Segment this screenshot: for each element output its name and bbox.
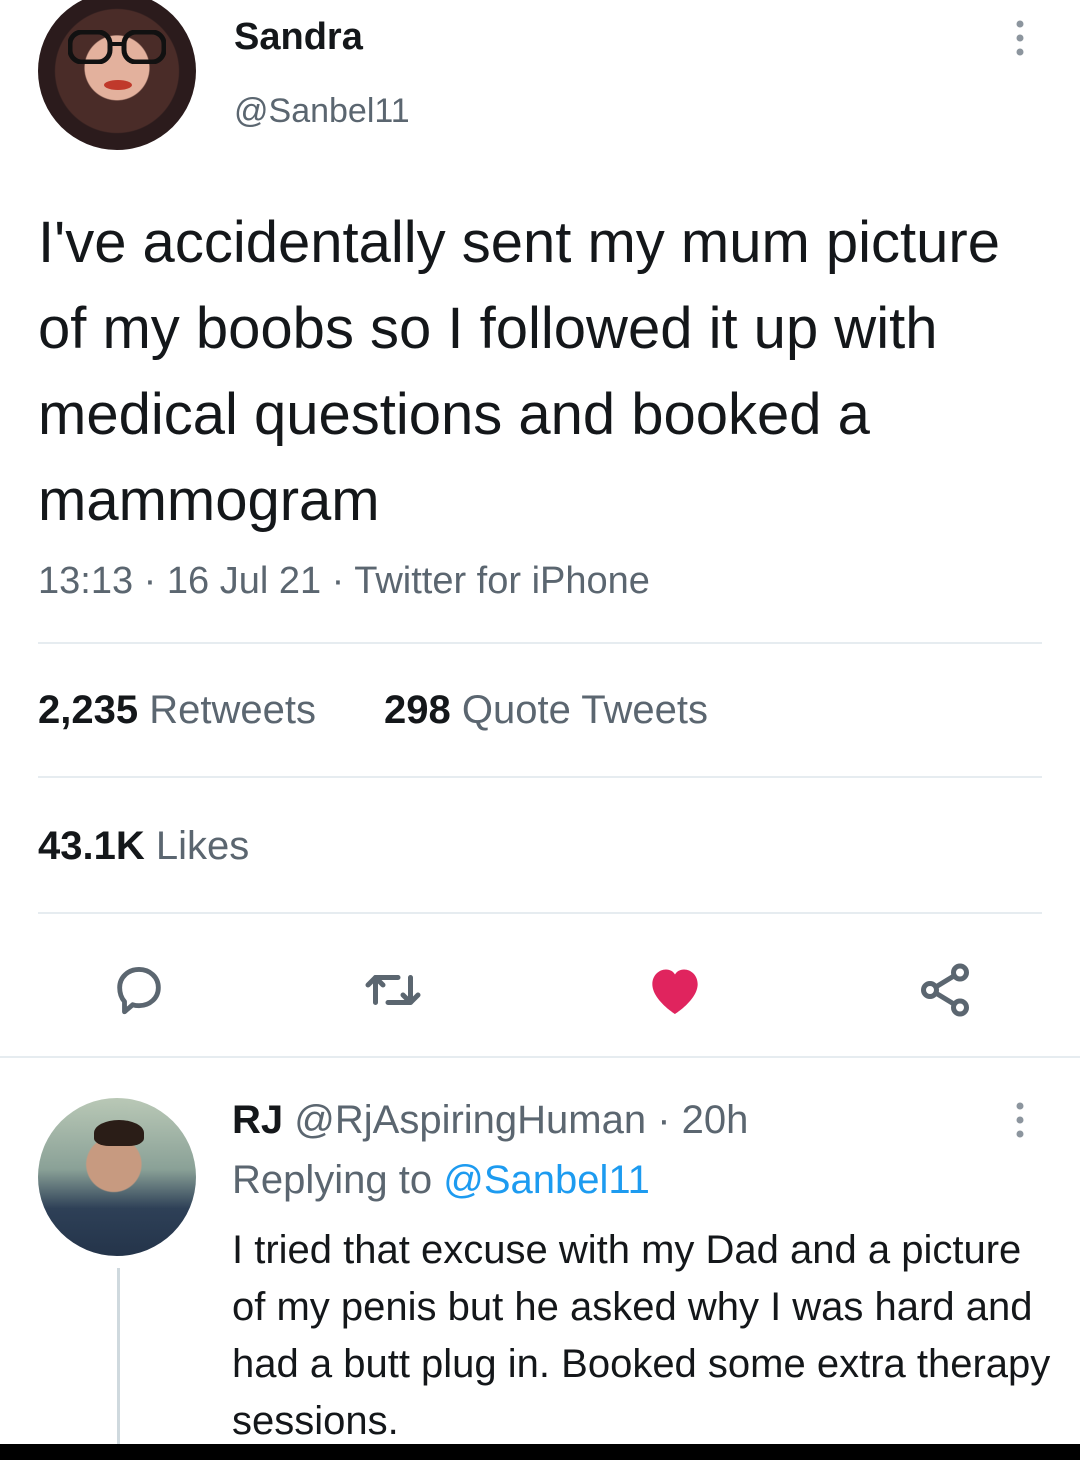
bottom-bar	[0, 1444, 1080, 1460]
meta-separator: ·	[133, 560, 167, 602]
reply-text: I tried that excuse with my Dad and a pi…	[232, 1228, 1051, 1443]
avatar-lips	[104, 80, 132, 90]
reply-age: 20h	[681, 1098, 749, 1142]
divider	[38, 642, 1042, 644]
share-icon[interactable]	[910, 955, 980, 1025]
heart-icon[interactable]	[640, 955, 710, 1025]
reply-icon[interactable]	[104, 955, 174, 1025]
replying-to-mention[interactable]: @Sanbel11	[443, 1158, 650, 1202]
retweets-stat[interactable]: 2,235 Retweets	[38, 688, 316, 733]
quote-tweets-stat[interactable]: 298 Quote Tweets	[384, 688, 708, 733]
tweet-source[interactable]: Twitter for iPhone	[354, 560, 650, 602]
quotes-label: Quote Tweets	[461, 688, 708, 732]
divider	[38, 776, 1042, 778]
tweet-date: 16 Jul 21	[166, 560, 322, 602]
author-name[interactable]: Sandra	[234, 16, 363, 59]
glasses-graphic	[68, 30, 166, 64]
replying-to-line: Replying to @Sanbel11	[232, 1158, 650, 1203]
reply-author-handle[interactable]: @RjAspiringHuman	[294, 1098, 646, 1142]
avatar-hair	[94, 1120, 144, 1146]
divider	[0, 1056, 1080, 1058]
likes-stat[interactable]: 43.1K Likes	[38, 824, 249, 869]
retweets-label: Retweets	[149, 688, 316, 732]
reply-header: RJ @RjAspiringHuman · 20h	[232, 1098, 748, 1143]
thread-line	[117, 1268, 120, 1448]
more-vertical-icon[interactable]	[1008, 18, 1032, 58]
reply-author-avatar[interactable]	[38, 1098, 196, 1256]
likes-count: 43.1K	[38, 824, 145, 868]
reply-author-name[interactable]: RJ	[232, 1098, 283, 1142]
reply-more-vertical-icon[interactable]	[1008, 1100, 1032, 1140]
tweet-text: I've accidentally sent my mum picture of…	[38, 210, 1000, 533]
author-avatar[interactable]	[38, 0, 196, 150]
tweet-metadata: 13:13 · 16 Jul 21 · Twitter for iPhone	[38, 560, 650, 603]
meta-separator: ·	[321, 560, 355, 602]
quotes-count: 298	[384, 688, 451, 732]
author-handle[interactable]: @Sanbel11	[234, 92, 410, 131]
likes-label: Likes	[155, 824, 250, 868]
retweet-icon[interactable]	[358, 955, 428, 1025]
tweet-time: 13:13	[38, 560, 134, 602]
retweets-count: 2,235	[38, 688, 139, 732]
replying-to-label: Replying to	[232, 1158, 433, 1202]
divider	[38, 912, 1042, 914]
meta-separator: ·	[646, 1098, 682, 1142]
